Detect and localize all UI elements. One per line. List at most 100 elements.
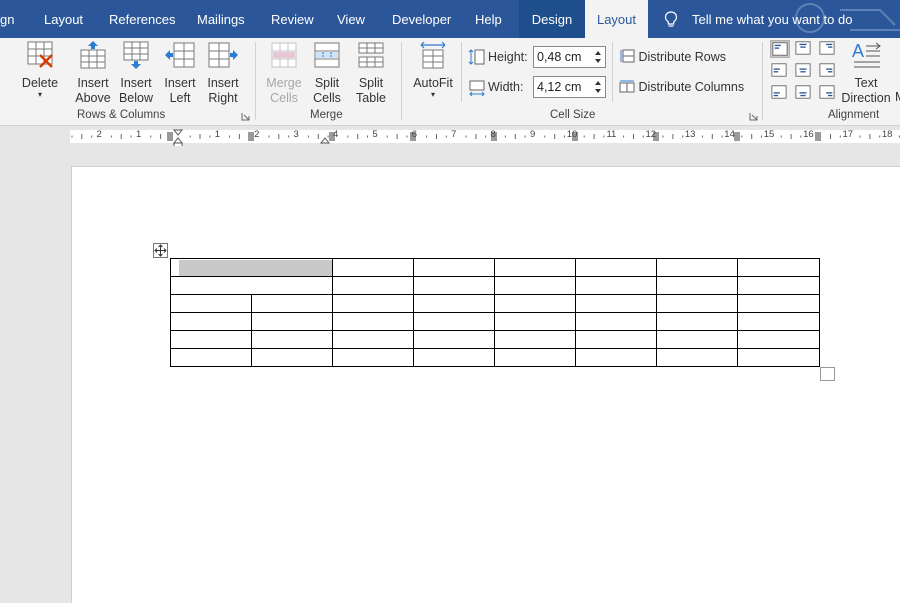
tab-help[interactable]: Help: [475, 0, 502, 38]
group-separator: [401, 42, 402, 120]
spin-arrows-icon[interactable]: [593, 78, 603, 96]
table-cell[interactable]: [170, 330, 252, 349]
table-cell[interactable]: [413, 276, 495, 295]
horizontal-ruler[interactable]: 2 1 1 2 3 4 5 6 7 8 9 10 11 12 13 14 15 16 17 18: [0, 127, 900, 146]
table-cell[interactable]: [656, 330, 738, 349]
table-cell[interactable]: [332, 330, 414, 349]
merge-cells-button[interactable]: Merge Cells: [263, 40, 305, 106]
table-cell[interactable]: [413, 312, 495, 331]
tab-review[interactable]: Review: [271, 0, 314, 38]
distribute-columns-button[interactable]: Distribute Columns: [619, 79, 744, 94]
tab-table-design[interactable]: Design: [519, 0, 585, 38]
table-cell[interactable]: [656, 258, 738, 277]
document-page[interactable]: [71, 166, 900, 603]
dialog-launcher-icon[interactable]: [749, 112, 758, 121]
table-cell[interactable]: [575, 276, 657, 295]
tab-layout-page[interactable]: Layout: [44, 0, 83, 38]
align-bottom-center-icon: [795, 85, 811, 99]
table-cell-selected[interactable]: [170, 258, 333, 277]
table-cell[interactable]: [332, 312, 414, 331]
width-label: Width:: [488, 80, 524, 94]
table-cell[interactable]: [332, 294, 414, 313]
width-spinner[interactable]: 4,12 cm: [533, 76, 606, 98]
table-cell[interactable]: [170, 294, 252, 313]
table-cell[interactable]: [737, 276, 820, 295]
table-cell[interactable]: [737, 312, 820, 331]
merge-cells-label-2: Cells: [270, 91, 298, 105]
align-bottom-right-button[interactable]: [818, 84, 838, 102]
table-cell[interactable]: [413, 330, 495, 349]
table-cell[interactable]: [251, 330, 333, 349]
dialog-launcher-icon[interactable]: [241, 112, 250, 121]
split-cells-button[interactable]: Split Cells: [306, 40, 348, 106]
split-table-button[interactable]: Split Table: [350, 40, 392, 106]
table-cell[interactable]: [656, 276, 738, 295]
table-cell[interactable]: [251, 312, 333, 331]
table-cell[interactable]: [494, 294, 576, 313]
table-cell[interactable]: [413, 348, 495, 367]
table-cell[interactable]: [737, 258, 820, 277]
tab-design-partial[interactable]: gn: [0, 0, 24, 38]
tab-mailings[interactable]: Mailings: [197, 0, 245, 38]
table-cell[interactable]: [656, 294, 738, 313]
insert-right-label-2: Right: [208, 91, 238, 105]
insert-left-button[interactable]: Insert Left: [159, 40, 201, 106]
table-cell[interactable]: [332, 348, 414, 367]
table-cell[interactable]: [494, 348, 576, 367]
align-bottom-center-button[interactable]: [794, 84, 814, 102]
table-resize-handle[interactable]: [820, 367, 835, 381]
table-cell[interactable]: [575, 258, 657, 277]
table-cell[interactable]: [332, 258, 414, 277]
table-cell[interactable]: [737, 330, 820, 349]
cell-margins-button-partial[interactable]: M: [895, 90, 900, 104]
document-table[interactable]: [170, 258, 820, 367]
table-cell[interactable]: [656, 312, 738, 331]
tab-developer[interactable]: Developer: [392, 0, 451, 38]
table-cell[interactable]: [494, 276, 576, 295]
tab-view[interactable]: View: [337, 0, 365, 38]
table-cell[interactable]: [170, 348, 252, 367]
align-top-right-button[interactable]: [818, 40, 838, 58]
table-cell[interactable]: [251, 294, 333, 313]
ruler-number: 2: [254, 129, 260, 140]
align-center-right-button[interactable]: [818, 62, 838, 80]
table-cell[interactable]: [494, 258, 576, 277]
insert-below-button[interactable]: Insert Below: [115, 40, 157, 106]
insert-above-button[interactable]: Insert Above: [72, 40, 114, 106]
table-cell[interactable]: [251, 348, 333, 367]
table-cell[interactable]: [170, 312, 252, 331]
align-top-center-button[interactable]: [794, 40, 814, 58]
insert-right-button[interactable]: Insert Right: [202, 40, 244, 106]
align-center-button[interactable]: [794, 62, 814, 80]
table-cell[interactable]: [170, 276, 333, 295]
table-cell[interactable]: [575, 312, 657, 331]
table-move-handle[interactable]: [153, 243, 168, 258]
table-cell[interactable]: [575, 294, 657, 313]
align-bottom-left-button[interactable]: [770, 84, 790, 102]
height-spinner[interactable]: 0,48 cm: [533, 46, 606, 68]
spin-arrows-icon[interactable]: [593, 48, 603, 66]
table-cell[interactable]: [656, 348, 738, 367]
table-cell[interactable]: [737, 348, 820, 367]
tab-references[interactable]: References: [109, 0, 175, 38]
ribbon-tab-bar: gn Layout References Mailings Review Vie…: [0, 0, 900, 38]
table-cell[interactable]: [413, 258, 495, 277]
table-cell[interactable]: [494, 312, 576, 331]
align-top-left-button[interactable]: [770, 40, 790, 58]
distribute-rows-button[interactable]: Distribute Rows: [619, 49, 726, 64]
text-direction-button[interactable]: A Text Direction: [840, 40, 892, 106]
text-direction-label-2: Direction: [841, 91, 891, 105]
delete-button[interactable]: Delete ▾: [18, 40, 62, 99]
delete-label: Delete: [21, 76, 59, 90]
selection-highlight: [179, 260, 332, 276]
table-cell[interactable]: [737, 294, 820, 313]
tab-table-layout[interactable]: Layout: [585, 0, 648, 38]
table-cell[interactable]: [413, 294, 495, 313]
table-cell[interactable]: [494, 330, 576, 349]
insert-above-label-2: Above: [75, 91, 111, 105]
autofit-button[interactable]: AutoFit ▾: [410, 40, 456, 99]
table-cell[interactable]: [575, 348, 657, 367]
table-cell[interactable]: [575, 330, 657, 349]
table-cell[interactable]: [332, 276, 414, 295]
align-center-left-button[interactable]: [770, 62, 790, 80]
